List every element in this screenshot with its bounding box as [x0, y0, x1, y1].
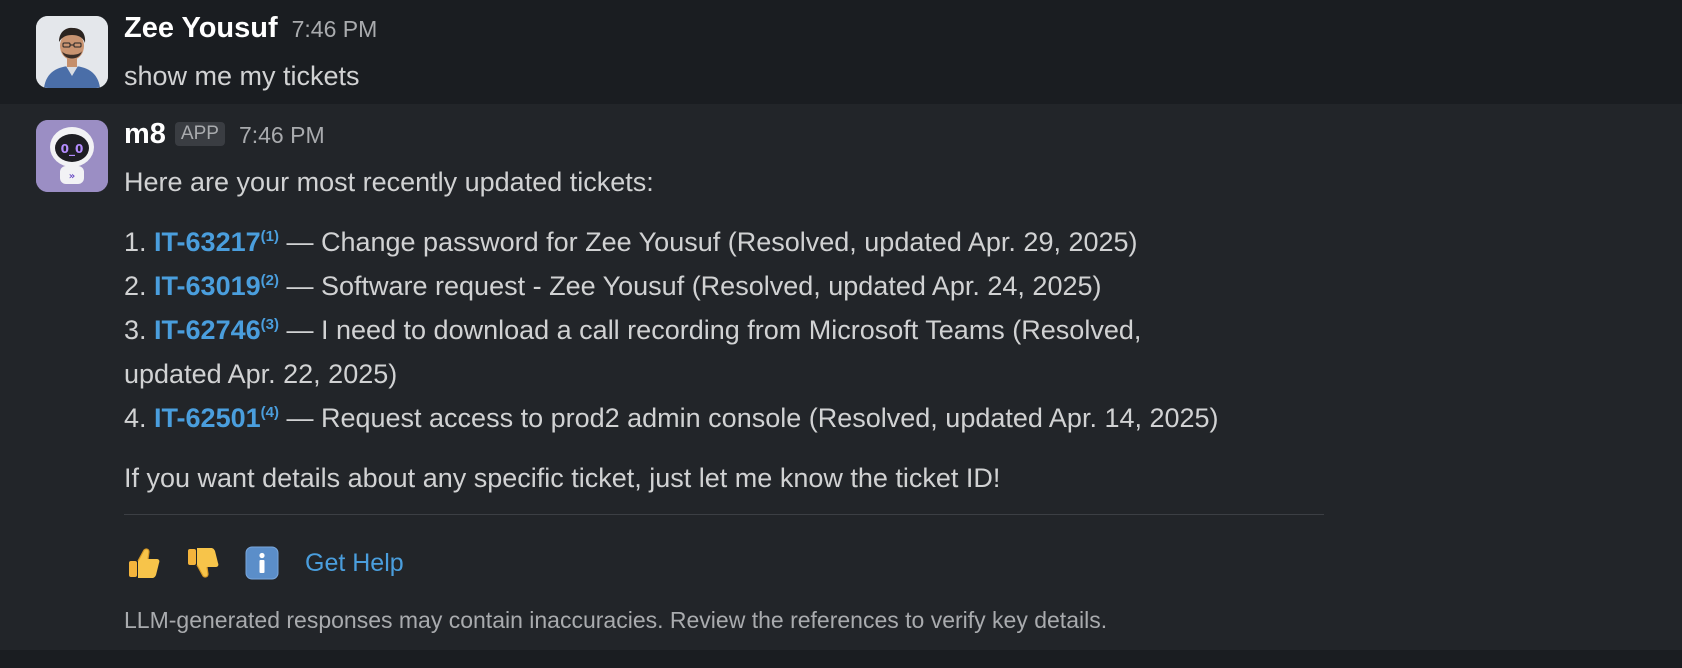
- bot-message-header: m8 APP 7:46 PM: [124, 118, 1682, 158]
- app-badge: APP: [174, 122, 225, 146]
- user-avatar-image: [36, 16, 108, 88]
- ticket-number: 1.: [124, 227, 147, 257]
- user-message-header: Zee Yousuf 7:46 PM: [124, 12, 1682, 52]
- intro-text: Here are your most recently updated tick…: [124, 167, 654, 197]
- ticket-item: 1. IT-63217(1) — Change password for Zee…: [124, 220, 1244, 264]
- user-message-content: Zee Yousuf 7:46 PM show me my tickets: [124, 12, 1682, 98]
- ticket-number: 2.: [124, 271, 147, 301]
- ticket-link[interactable]: IT-63019: [154, 271, 261, 301]
- bot-message: 0_0 » m8 APP 7:46 PM Here are your most …: [0, 104, 1682, 650]
- thumbs-down-icon: [188, 548, 219, 578]
- svg-text:»: »: [69, 171, 75, 182]
- user-message: Zee Yousuf 7:46 PM show me my tickets: [0, 0, 1682, 104]
- divider: [124, 514, 1324, 515]
- reference-link[interactable]: (3): [261, 316, 279, 333]
- bottom-strip: [0, 650, 1682, 668]
- thumbs-up-icon: [129, 548, 160, 578]
- thumbs-down-button[interactable]: [183, 543, 223, 583]
- disclaimer-text: LLM-generated responses may contain inac…: [124, 607, 1108, 633]
- reference-link[interactable]: (2): [261, 272, 279, 289]
- get-help-link[interactable]: Get Help: [305, 549, 404, 578]
- ticket-link[interactable]: IT-62501: [154, 403, 261, 433]
- ticket-list: 1. IT-63217(1) — Change password for Zee…: [124, 220, 1244, 440]
- svg-text:0_0: 0_0: [61, 142, 84, 157]
- robot-icon: 0_0 »: [36, 120, 108, 192]
- user-avatar[interactable]: [36, 16, 108, 88]
- reference-link[interactable]: (1): [261, 228, 279, 245]
- reference-link[interactable]: (4): [261, 404, 279, 421]
- ticket-number: 4.: [124, 403, 147, 433]
- ticket-number: 3.: [124, 315, 147, 345]
- info-icon: [245, 546, 279, 580]
- ticket-link[interactable]: IT-62746: [154, 315, 261, 345]
- thumbs-up-button[interactable]: [124, 543, 164, 583]
- timestamp[interactable]: 7:46 PM: [239, 122, 325, 149]
- outro-text: If you want details about any specific t…: [124, 463, 1001, 493]
- sender-name[interactable]: m8: [124, 118, 166, 151]
- message-text: show me my tickets: [124, 61, 360, 91]
- sender-name[interactable]: Zee Yousuf: [124, 12, 278, 45]
- ticket-link[interactable]: IT-63217: [154, 227, 261, 257]
- feedback-actions: Get Help: [124, 543, 1682, 583]
- ticket-item: 2. IT-63019(2) — Software request - Zee …: [124, 264, 1244, 308]
- info-button[interactable]: [242, 543, 282, 583]
- bot-message-content: m8 APP 7:46 PM Here are your most recent…: [124, 118, 1682, 634]
- bot-avatar[interactable]: 0_0 »: [36, 120, 108, 192]
- ticket-description: — Software request - Zee Yousuf (Resolve…: [278, 271, 1102, 301]
- ticket-description: — Request access to prod2 admin console …: [278, 403, 1219, 433]
- ticket-item: 4. IT-62501(4) — Request access to prod2…: [124, 396, 1244, 440]
- ticket-item: 3. IT-62746(3) — I need to download a ca…: [124, 308, 1244, 396]
- timestamp[interactable]: 7:46 PM: [292, 16, 378, 43]
- ticket-description: — Change password for Zee Yousuf (Resolv…: [278, 227, 1138, 257]
